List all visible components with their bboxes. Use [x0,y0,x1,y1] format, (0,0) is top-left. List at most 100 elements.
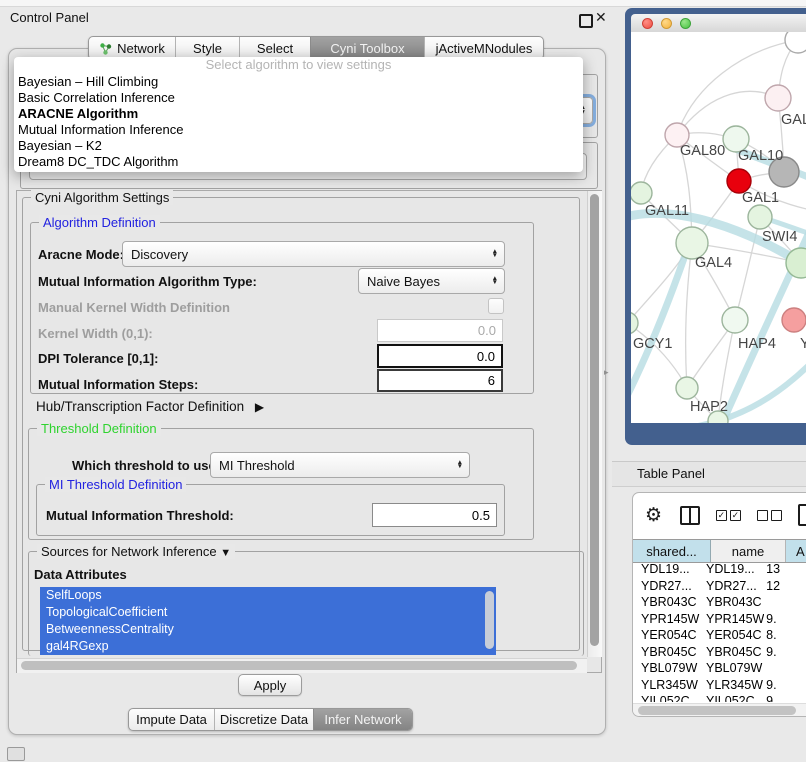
settings-horizontal-scrollbar[interactable] [17,658,587,673]
node-label: GCY1 [633,336,673,352]
node-label: GAL11 [645,203,689,219]
table-cell: YBR043C [633,595,700,612]
dock-panel-icon[interactable] [7,747,25,761]
unchecked-box-icon [771,510,782,521]
column-header[interactable]: shared... [633,540,711,562]
float-panel-icon[interactable] [579,14,593,28]
new-table-icon[interactable] [798,504,806,526]
node-label: HAP4 [738,336,776,352]
mi-type-value: Naive Bayes [367,274,440,289]
aracne-mode-combo[interactable]: Discovery ▲▼ [122,241,505,267]
table-row[interactable]: YDR27...YDR27...12 [633,579,806,596]
manual-kernel-label: Manual Kernel Width Definition [38,300,230,315]
tab-label: jActiveMNodules [436,41,533,56]
algorithm-option[interactable]: Bayesian – K2 [14,138,583,154]
attribute-item[interactable]: BetweennessCentrality [40,621,496,638]
tab-cyni-toolbox[interactable]: Cyni Toolbox [310,37,424,59]
panel-divider-handle[interactable]: ▸ [604,367,609,378]
table-row[interactable]: YPR145WYPR145W9. [633,612,806,629]
panel-title: Control Panel [10,10,89,25]
unselect-all-columns-icon[interactable] [757,510,782,521]
close-panel-icon[interactable]: ✕ [595,9,607,26]
table-row[interactable]: YER054CYER054C8. [633,628,806,645]
network-icon [99,42,112,55]
attribute-item[interactable]: gal4RGexp [40,638,496,655]
table-cell: YBR043C [700,595,764,612]
network-node[interactable] [676,377,698,399]
table-row[interactable]: YLR345WYLR345W9. [633,678,806,695]
mi-threshold-input[interactable]: 0.5 [372,503,497,527]
algorithm-option[interactable]: ARACNE Algorithm [14,106,583,122]
attribute-list-scrollbar[interactable] [485,591,494,649]
network-node[interactable] [782,308,806,332]
table-cell: YER054C [700,628,764,645]
tab-style[interactable]: Style [175,37,239,59]
table-cell: 9. [764,645,806,662]
select-all-columns-icon[interactable]: ✓ ✓ [716,510,741,521]
tab-jactivemnodules[interactable]: jActiveMNodules [424,37,543,59]
algorithm-option[interactable]: Basic Correlation Inference [14,90,583,106]
minimize-window-icon[interactable] [661,18,672,29]
chevron-updown-icon: ▲▼ [492,277,498,286]
attribute-item[interactable]: TopologicalCoefficient [40,604,496,621]
zoom-window-icon[interactable] [680,18,691,29]
apply-button[interactable]: Apply [238,674,302,696]
table-row[interactable]: YBL079WYBL079W [633,661,806,678]
network-node[interactable] [748,205,772,229]
threshold-definition-title: Threshold Definition [37,421,161,436]
network-node[interactable] [631,182,652,204]
network-edge[interactable] [686,243,692,388]
table-cell: YBR045C [633,645,700,662]
checked-box-icon: ✓ [716,510,727,521]
columns-icon[interactable] [680,506,700,525]
table-row[interactable]: YIL052CYIL052C9. [633,694,806,702]
network-node[interactable] [765,85,791,111]
column-header[interactable]: A [786,540,806,562]
tab-infer-network[interactable]: Infer Network [313,709,412,730]
table-row[interactable]: YDL19...YDL19...13 [633,562,806,579]
table-cell: YPR145W [633,612,700,629]
tab-label: Select [257,41,293,56]
hub-section-label: Hub/Transcription Factor Definition [36,399,244,414]
close-window-icon[interactable] [642,18,653,29]
tab-label: Impute Data [136,712,207,727]
algorithm-option[interactable]: Dream8 DC_TDC Algorithm [14,154,583,170]
tab-network[interactable]: Network [89,37,175,59]
settings-horizontal-thumb[interactable] [21,661,577,670]
expanded-arrow-icon[interactable]: ▼ [220,547,231,559]
kernel-width-input[interactable]: 0.0 [377,319,503,342]
column-header[interactable]: name [711,540,786,562]
table-horizontal-scrollbar[interactable] [633,703,806,717]
table-horizontal-thumb[interactable] [638,706,796,715]
network-canvas[interactable]: GALGAL80GAL10GAL1GAL11SWI4GAL4GCY1HAP4YH… [631,32,806,423]
mi-steps-input[interactable]: 6 [377,369,503,392]
network-node[interactable] [785,32,806,53]
manual-kernel-checkbox[interactable] [488,298,504,314]
tab-discretize-data[interactable]: Discretize Data [214,709,313,730]
gear-icon[interactable]: ⚙ [645,504,662,527]
settings-vertical-scrollbar[interactable] [587,191,602,657]
table-panel-title: Table Panel [637,462,806,486]
tab-label: Style [193,41,222,56]
hub-section-toggle[interactable]: Hub/Transcription Factor Definition ▶ [36,399,264,414]
which-threshold-combo[interactable]: MI Threshold ▲▼ [210,452,470,478]
algorithm-option[interactable]: Mutual Information Inference [14,122,583,138]
tab-label: Network [117,41,165,56]
tab-select[interactable]: Select [239,37,310,59]
table-row[interactable]: YBR045CYBR045C9. [633,645,806,662]
node-label: GAL1 [742,190,779,206]
network-window-titlebar[interactable] [631,14,806,32]
mi-type-combo[interactable]: Naive Bayes ▲▼ [358,268,505,294]
table-panel-header: Table Panel [612,461,806,487]
which-threshold-label: Which threshold to use: [72,458,220,473]
settings-vertical-thumb[interactable] [590,194,599,646]
tab-impute-data[interactable]: Impute Data [129,709,214,730]
attribute-item[interactable]: SelfLoops [40,587,496,604]
algorithm-option[interactable]: Bayesian – Hill Climbing [14,74,583,90]
table-row[interactable]: YBR043CYBR043C [633,595,806,612]
node-label: HAP2 [690,399,728,415]
network-node[interactable] [722,307,748,333]
dpi-tolerance-input[interactable]: 0.0 [377,344,503,368]
node-label: GAL10 [738,148,783,164]
data-attributes-list[interactable]: SelfLoopsTopologicalCoefficientBetweenne… [40,587,496,655]
